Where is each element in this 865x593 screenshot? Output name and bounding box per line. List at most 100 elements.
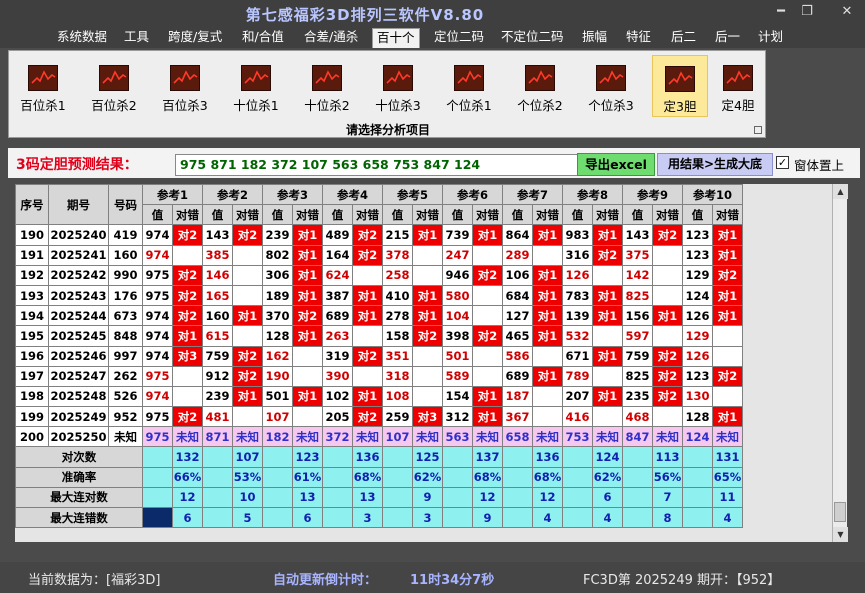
minimize-button[interactable]: ━ <box>770 3 792 21</box>
pin-window-checkbox[interactable]: ✓ <box>776 156 789 169</box>
menu-sum[interactable]: 和/合值 <box>238 28 288 48</box>
scroll-down-icon[interactable]: ▼ <box>833 527 848 542</box>
cell-value: 102 <box>322 385 353 408</box>
menu-last-one[interactable]: 后一 <box>711 28 744 48</box>
cell-value: 123 <box>682 244 713 266</box>
table-scrollbar[interactable]: ▲ ▼ <box>832 184 848 542</box>
restore-button[interactable]: ❐ <box>796 3 818 21</box>
ribbon-button-9[interactable]: 个位杀3 <box>583 55 639 117</box>
ribbon-button-6[interactable]: 十位杀3 <box>370 55 426 117</box>
cell-value: 847 <box>622 426 653 448</box>
ribbon-button-2[interactable]: 百位杀2 <box>86 55 142 117</box>
menu-last-two[interactable]: 后二 <box>667 28 700 48</box>
menu-plan[interactable]: 计划 <box>754 28 787 48</box>
cell-seq: 195 <box>15 325 49 347</box>
stats-value: 13 <box>292 486 323 509</box>
cell-result: 对1 <box>532 305 563 327</box>
cell-period: 2025249 <box>48 406 109 428</box>
ribbon-button-8[interactable]: 个位杀2 <box>512 55 568 117</box>
cell-value: 378 <box>382 244 413 266</box>
stats-value: 9 <box>472 506 503 529</box>
cell-value: 316 <box>562 244 593 266</box>
table-row[interactable]: 198 2025248 526 974 239 对1 501 对1 102 对1 108 154 对1 1… <box>15 385 743 408</box>
analysis-table: 序号 期号 号码 参考1 参考2 参考3 参考4 参考5 参考6 参考7 参考8 参考9 参考10 值对错… <box>15 183 743 529</box>
cell-result: 对1 <box>592 345 623 367</box>
table-row[interactable]: 194 2025244 673 974 对2 160 对1 370 对2 689 对1 278 对1 10… <box>15 305 743 327</box>
header-value: 值 <box>442 204 473 226</box>
cell-result: 对2 <box>232 345 263 367</box>
stats-value: 3 <box>412 506 443 529</box>
menu-span[interactable]: 跨度/复式 <box>164 28 226 48</box>
cell-code: 673 <box>108 305 143 327</box>
table-row[interactable]: 191 2025241 160 974 385 802 对1 164 对2 378 247 289 31… <box>15 244 743 266</box>
export-excel-button[interactable]: 导出excel <box>577 153 655 176</box>
table-row[interactable]: 190 2025240 419 974 对2 143 对2 239 对1 489 对2 215 对1 73… <box>15 224 743 246</box>
ribbon-button-3[interactable]: 百位杀3 <box>157 55 213 117</box>
ribbon-button-11[interactable]: 定4胆 <box>710 55 766 117</box>
cell-value: 128 <box>682 406 713 428</box>
cell-value: 278 <box>382 305 413 327</box>
table-row[interactable]: 195 2025245 848 974 对1 615 128 对1 263 158 对2 398 对2 4… <box>15 325 743 347</box>
cell-result: 对1 <box>472 385 503 408</box>
table-row[interactable]: 193 2025243 176 975 对2 165 189 对1 387 对1 410 对1 580 6… <box>15 284 743 307</box>
cell-value: 142 <box>622 264 653 286</box>
menu-positions[interactable]: 百十个 <box>372 28 420 48</box>
prediction-result-field[interactable]: 975 871 182 372 107 563 658 753 847 124 <box>175 154 583 176</box>
table-row[interactable]: 197 2025247 262 975 912 对2 190 390 318 589 689 对1 78… <box>15 365 743 387</box>
table-row[interactable]: 199 2025249 952 975 对2 481 107 205 对2 259 对3 312 对1 3… <box>15 406 743 428</box>
scroll-up-icon[interactable]: ▲ <box>833 184 848 199</box>
table-row[interactable]: 196 2025246 997 974 对3 759 对2 162 319 对2 351 501 586… <box>15 345 743 367</box>
menu-system-data[interactable]: 系统数据 <box>53 28 111 48</box>
cell-code: 526 <box>108 385 143 408</box>
menu-fixed-two[interactable]: 定位二码 <box>430 28 488 48</box>
cell-code: 997 <box>108 345 143 367</box>
ribbon-button-1[interactable]: 百位杀1 <box>15 55 71 117</box>
ribbon-button-7[interactable]: 个位杀1 <box>441 55 497 117</box>
ribbon-button-10[interactable]: 定3胆 <box>652 55 708 117</box>
cell-value: 783 <box>562 284 593 307</box>
cell-result <box>592 325 623 347</box>
menu-tools[interactable]: 工具 <box>120 28 153 48</box>
ribbon-button-5[interactable]: 十位杀2 <box>299 55 355 117</box>
cell-value: 263 <box>322 325 353 347</box>
cell-value: 143 <box>622 224 653 246</box>
menu-unfixed-two[interactable]: 不定位二码 <box>497 28 568 48</box>
stats-spacer <box>622 486 653 509</box>
ribbon-button-4[interactable]: 十位杀1 <box>228 55 284 117</box>
cell-value: 160 <box>202 305 233 327</box>
scroll-thumb[interactable] <box>834 502 846 522</box>
ribbon-expand-icon[interactable] <box>754 126 762 134</box>
stats-value: 3 <box>352 506 383 529</box>
stats-spacer <box>322 506 353 529</box>
stats-spacer <box>142 506 173 529</box>
table-row[interactable]: 192 2025242 990 975 对2 146 306 对1 624 258 946 对2 106… <box>15 264 743 286</box>
close-button[interactable]: ✕ <box>836 3 858 21</box>
chart-icon <box>525 65 555 91</box>
cell-result: 对2 <box>712 365 743 387</box>
cell-value: 689 <box>322 305 353 327</box>
cell-value: 129 <box>682 325 713 347</box>
cell-result: 未知 <box>352 426 383 448</box>
cell-result: 对2 <box>652 224 683 246</box>
analysis-ribbon: 百位杀1 百位杀2 百位杀3 十位杀1 十位杀2 十位杀3 个位杀1 个位杀2 个位杀3 定3胆 定… <box>8 50 766 138</box>
stats-value: 68% <box>472 466 503 488</box>
stats-value: 68% <box>532 466 563 488</box>
generate-base-button[interactable]: 用结果>生成大底 <box>657 153 773 176</box>
menu-diff-kill[interactable]: 合差/通杀 <box>300 28 362 48</box>
cell-result: 对1 <box>232 385 263 408</box>
cell-result: 对2 <box>412 325 443 347</box>
chart-icon <box>170 65 200 91</box>
menu-feature[interactable]: 特征 <box>622 28 655 48</box>
stats-value: 12 <box>172 486 203 509</box>
table-row[interactable]: 200 2025250 未知 975 未知 871 未知 182 未知 372 未知 107 未知 563… <box>15 426 743 448</box>
menu-amplitude[interactable]: 振幅 <box>578 28 611 48</box>
cell-result: 对1 <box>712 224 743 246</box>
cell-result: 对1 <box>652 305 683 327</box>
cell-result: 对2 <box>172 284 203 307</box>
stats-spacer <box>382 486 413 509</box>
ribbon-button-label: 十位杀2 <box>304 98 350 113</box>
cell-result: 对1 <box>352 385 383 408</box>
cell-result <box>652 284 683 307</box>
cell-value: 108 <box>382 385 413 408</box>
stats-value: 6 <box>172 506 203 529</box>
